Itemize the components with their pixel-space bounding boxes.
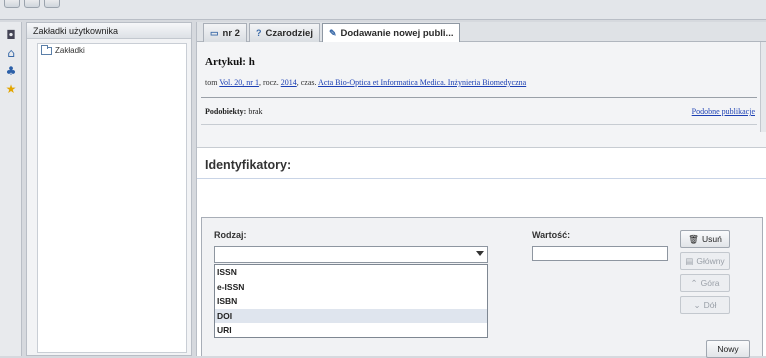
bookmarks-tree[interactable]: Zakładki <box>37 43 187 353</box>
list-icon: ▤ <box>685 255 694 266</box>
toolbar-button-3-icon[interactable] <box>44 0 60 8</box>
toolbar-button-2-icon[interactable] <box>24 0 40 8</box>
article-summary: Artykuł: h tom Vol. 20, nr 1, rocz. 2014… <box>197 42 766 148</box>
divider <box>201 124 757 125</box>
plant-icon[interactable]: ♣ <box>4 64 18 78</box>
type-select[interactable] <box>214 246 488 263</box>
main-area: ▭ nr 2 ? Czarodziej ✎ Dodawanie nowej pu… <box>196 22 766 358</box>
tree-node-bookmarks[interactable]: Zakładki <box>38 44 186 57</box>
database-icon[interactable]: ◘ <box>4 28 18 42</box>
new-button[interactable]: Nowy <box>706 340 750 358</box>
subobjects-label: Podobiekty: <box>205 107 247 116</box>
main-button[interactable]: ▤ Główny <box>680 252 730 270</box>
option-issn[interactable]: ISSN <box>215 265 487 280</box>
type-label: Rodzaj: <box>214 230 247 240</box>
up-button[interactable]: ⌃ Góra <box>680 274 730 292</box>
subobjects: Podobiekty: brak <box>205 107 263 116</box>
tree-node-label: Zakładki <box>55 46 85 55</box>
tab-wizard[interactable]: ? Czarodziej <box>248 23 320 42</box>
tab-new-publication[interactable]: ✎ Dodawanie nowej publi... <box>321 23 461 42</box>
volume-link[interactable]: Vol. 20, nr 1 <box>219 78 259 87</box>
year-prefix: , rocz. <box>258 78 279 87</box>
new-label: Nowy <box>717 344 739 354</box>
value-label: Wartość: <box>532 230 571 240</box>
delete-button[interactable]: 🗑 Usuń <box>680 230 730 248</box>
toolbar-button-1-icon[interactable] <box>4 0 20 8</box>
left-icon-bar: ◘ ⌂ ♣ ★ <box>0 22 22 356</box>
top-toolbar <box>0 0 766 20</box>
delete-label: Usuń <box>701 234 722 244</box>
tab-label: Dodawanie nowej publi... <box>340 27 454 39</box>
tab-nr2[interactable]: ▭ nr 2 <box>203 23 247 42</box>
identifiers-title: Identyfikatory: <box>205 158 292 172</box>
divider <box>197 178 766 179</box>
meta-prefix: tom <box>205 78 218 87</box>
option-doi[interactable]: DOI <box>215 308 487 324</box>
chevron-down-icon: ⌄ <box>693 299 701 310</box>
edit-doc-icon: ✎ <box>328 27 337 38</box>
trash-icon: 🗑 <box>688 233 699 244</box>
identifier-form: Rodzaj: ISSN e-ISSN ISBN DOI URI Wartość… <box>201 217 763 358</box>
article-meta: tom Vol. 20, nr 1, rocz. 2014, czas. Act… <box>205 78 526 87</box>
subobjects-value: brak <box>248 107 263 116</box>
bookmarks-panel: Zakładki użytkownika Zakładki <box>26 22 192 356</box>
folder-icon <box>41 44 52 55</box>
down-button[interactable]: ⌄ Dół <box>680 296 730 314</box>
option-isbn[interactable]: ISBN <box>215 294 487 309</box>
journal-prefix: , czas. <box>296 78 317 87</box>
value-input[interactable] <box>532 246 668 261</box>
up-label: Góra <box>700 278 720 288</box>
bookmarks-header: Zakładki użytkownika <box>27 23 191 39</box>
chevron-up-icon: ⌃ <box>690 277 698 288</box>
wizard-icon: ? <box>255 28 262 38</box>
type-dropdown-list: ISSN e-ISSN ISBN DOI URI <box>214 264 488 338</box>
down-label: Dół <box>703 300 717 310</box>
scrollbar[interactable] <box>760 42 766 132</box>
journal-link[interactable]: Acta Bio-Optica et Informatica Medica. I… <box>318 78 526 87</box>
toolbar-icons <box>4 0 60 8</box>
option-uri[interactable]: URI <box>215 323 487 338</box>
article-title: Artykuł: h <box>205 56 255 68</box>
page-icon: ▭ <box>210 27 219 38</box>
tab-bar: ▭ nr 2 ? Czarodziej ✎ Dodawanie nowej pu… <box>197 22 766 42</box>
year-link[interactable]: 2014 <box>281 78 297 87</box>
similar-publications-link[interactable]: Podobne publikacje <box>692 107 755 116</box>
main-label: Główny <box>696 256 725 266</box>
bookmarks-icon[interactable]: ⌂ <box>4 46 18 60</box>
chevron-down-icon[interactable] <box>476 251 484 256</box>
divider <box>201 97 757 98</box>
option-eissn[interactable]: e-ISSN <box>215 280 487 295</box>
tab-label: nr 2 <box>222 27 240 39</box>
star-icon[interactable]: ★ <box>4 82 18 96</box>
tab-label: Czarodziej <box>265 27 313 39</box>
